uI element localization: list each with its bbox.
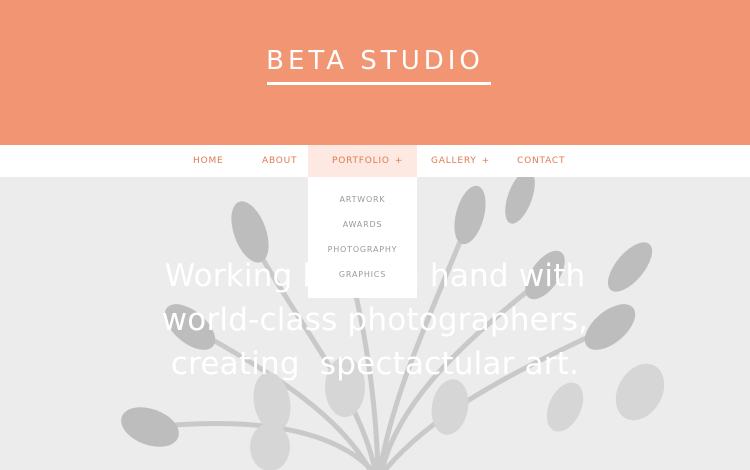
nav-about[interactable]: ABOUT (262, 145, 297, 177)
portfolio-dropdown: ARTWORK AWARDS PHOTOGRAPHY GRAPHICS (308, 177, 417, 298)
nav-about-label: ABOUT (262, 156, 298, 166)
hero-line-3: creating spectactular art. (170, 346, 580, 382)
logo-underline (267, 82, 491, 85)
dropdown-item-photography[interactable]: PHOTOGRAPHY (308, 245, 417, 254)
nav-portfolio[interactable]: PORTFOLIO + (308, 145, 417, 177)
nav-home[interactable]: HOME (193, 145, 224, 177)
site-header: BETA STUDIO (0, 0, 750, 145)
dropdown-item-graphics[interactable]: GRAPHICS (308, 270, 417, 279)
site-logo[interactable]: BETA STUDIO (0, 46, 750, 76)
nav-contact[interactable]: CONTACT (517, 145, 565, 177)
nav-gallery-label: GALLERY (431, 156, 477, 166)
dropdown-item-awards[interactable]: AWARDS (308, 220, 417, 229)
dropdown-item-artwork[interactable]: ARTWORK (308, 195, 417, 204)
main-nav: HOME ABOUT PORTFOLIO + GALLERY + CONTACT (0, 145, 750, 177)
nav-portfolio-label: PORTFOLIO (332, 156, 390, 166)
plus-icon: + (394, 156, 404, 166)
nav-home-label: HOME (193, 156, 224, 166)
plus-icon: + (481, 156, 490, 166)
nav-contact-label: CONTACT (517, 156, 566, 166)
nav-gallery[interactable]: GALLERY + (431, 145, 490, 177)
hero-line-2: world-class photographers, (161, 302, 589, 338)
